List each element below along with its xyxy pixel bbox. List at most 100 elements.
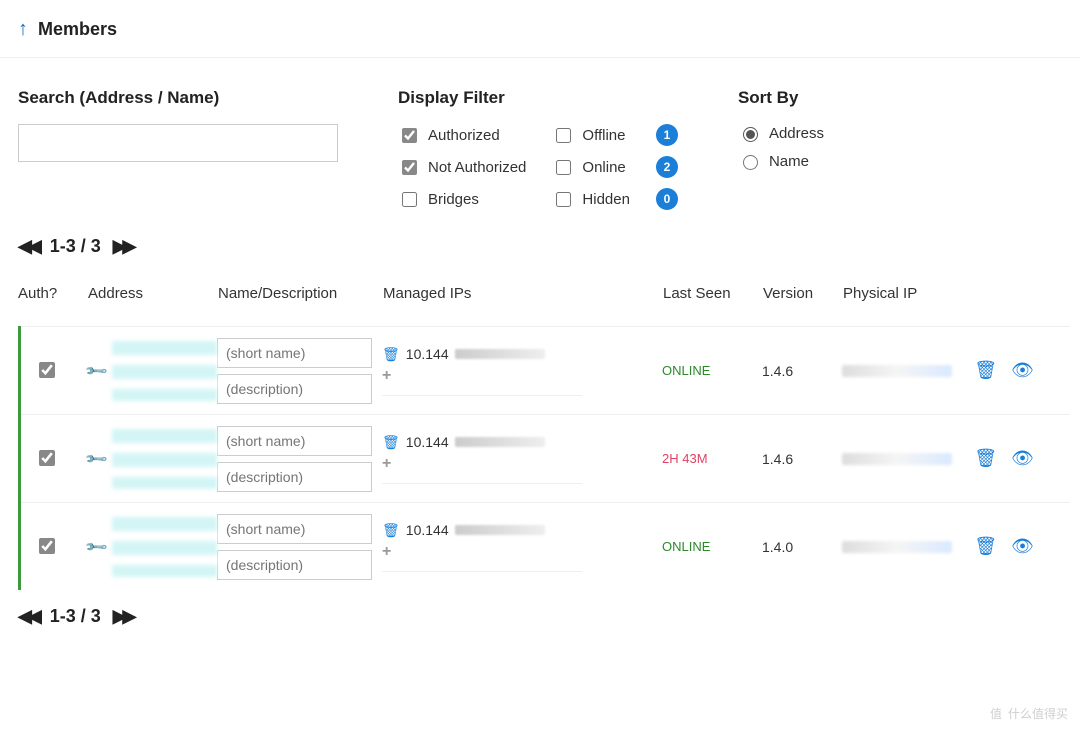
filter-online-checkbox[interactable] <box>556 160 571 175</box>
managed-ip-prefix: 10.144 <box>406 346 449 362</box>
search-input[interactable] <box>18 124 338 162</box>
wrench-icon[interactable]: 🔧 <box>83 358 109 384</box>
filter-notauthorized-label: Not Authorized <box>428 159 526 176</box>
pager-top: ◀◀ 1-3 / 3 ▶▶ <box>0 220 1080 273</box>
hide-member-icon[interactable]: 👁 <box>1011 360 1034 381</box>
physical-ip-redacted <box>842 541 952 553</box>
delete-member-icon[interactable]: 🗑 <box>974 360 997 381</box>
sort-name-radio[interactable] <box>743 155 758 170</box>
ip-redacted <box>455 525 545 535</box>
sort-column: Sort By Address Name <box>738 88 824 210</box>
remove-ip-icon[interactable]: 🗑 <box>382 346 400 363</box>
last-seen: ONLINE <box>662 539 762 554</box>
filter-bridges-label: Bridges <box>428 191 479 208</box>
section-title: Members <box>38 19 117 40</box>
filter-authorized[interactable]: Authorized <box>398 125 526 146</box>
filter-notauthorized[interactable]: Not Authorized <box>398 157 526 178</box>
sort-name-label: Name <box>769 153 809 170</box>
filter-bridges-checkbox[interactable] <box>402 192 417 207</box>
delete-member-icon[interactable]: 🗑 <box>974 448 997 469</box>
filter-hidden-label: Hidden <box>582 191 630 208</box>
add-ip-button[interactable]: + <box>382 455 391 473</box>
col-seen: Last Seen <box>663 285 763 302</box>
filter-hidden-checkbox[interactable] <box>556 192 571 207</box>
managed-ip-prefix: 10.144 <box>406 434 449 450</box>
pager-bottom: ◀◀ 1-3 / 3 ▶▶ <box>0 590 1080 643</box>
ip-redacted <box>455 349 545 359</box>
filter-bridges[interactable]: Bridges <box>398 189 526 210</box>
auth-checkbox[interactable] <box>39 538 55 554</box>
watermark: 值 什么值得买 <box>990 705 1068 722</box>
last-seen: ONLINE <box>662 363 762 378</box>
address-redacted <box>112 517 217 577</box>
collapse-up-icon[interactable]: ↑ <box>18 18 28 41</box>
add-ip-button[interactable]: + <box>382 543 391 561</box>
wrench-icon[interactable]: 🔧 <box>83 446 109 472</box>
ip-divider <box>382 483 582 484</box>
hide-member-icon[interactable]: 👁 <box>1011 448 1034 469</box>
pager-first-icon[interactable]: ◀◀ <box>18 236 38 257</box>
table-row: 🔧 🗑 10.144 + 2H 43M 1.4.6 🗑 👁 <box>21 414 1070 502</box>
offline-count-badge: 1 <box>656 124 678 146</box>
address-redacted <box>112 429 217 489</box>
auth-checkbox[interactable] <box>39 362 55 378</box>
hidden-count-badge: 0 <box>656 188 678 210</box>
search-column: Search (Address / Name) <box>18 88 338 210</box>
ip-redacted <box>455 437 545 447</box>
delete-member-icon[interactable]: 🗑 <box>974 536 997 557</box>
table-row: 🔧 🗑 10.144 + ONLINE 1.4.6 🗑 👁 <box>21 326 1070 414</box>
filter-title: Display Filter <box>398 88 678 108</box>
filter-notauthorized-checkbox[interactable] <box>402 160 417 175</box>
pager-last-icon[interactable]: ▶▶ <box>113 236 133 257</box>
panel-header[interactable]: ↑ Members <box>0 0 1080 58</box>
col-name: Name/Description <box>218 285 383 302</box>
filter-hidden[interactable]: Hidden <box>552 189 630 210</box>
physical-ip-redacted <box>842 365 952 377</box>
col-address: Address <box>88 285 218 302</box>
table-row: 🔧 🗑 10.144 + ONLINE 1.4.0 🗑 👁 <box>21 502 1070 590</box>
col-version: Version <box>763 285 843 302</box>
wrench-icon[interactable]: 🔧 <box>83 534 109 560</box>
pager-first-icon[interactable]: ◀◀ <box>18 606 38 627</box>
short-name-input[interactable] <box>217 514 372 544</box>
filter-online-label: Online <box>582 159 625 176</box>
pager-range: 1-3 / 3 <box>50 236 101 257</box>
address-redacted <box>112 341 217 401</box>
controls-row: Search (Address / Name) Display Filter A… <box>0 58 1080 220</box>
remove-ip-icon[interactable]: 🗑 <box>382 522 400 539</box>
remove-ip-icon[interactable]: 🗑 <box>382 434 400 451</box>
table-header: Auth? Address Name/Description Managed I… <box>0 273 1080 326</box>
sort-address[interactable]: Address <box>738 124 824 142</box>
pager-range: 1-3 / 3 <box>50 606 101 627</box>
filter-column: Display Filter Authorized Offline 1 Not … <box>398 88 678 210</box>
description-input[interactable] <box>217 550 372 580</box>
sort-name[interactable]: Name <box>738 152 824 170</box>
filter-offline[interactable]: Offline <box>552 125 630 146</box>
auth-checkbox[interactable] <box>39 450 55 466</box>
filter-offline-checkbox[interactable] <box>556 128 571 143</box>
members-rows: 🔧 🗑 10.144 + ONLINE 1.4.6 🗑 👁 🔧 <box>18 326 1070 590</box>
description-input[interactable] <box>217 374 372 404</box>
col-ips: Managed IPs <box>383 285 663 302</box>
description-input[interactable] <box>217 462 372 492</box>
managed-ip-prefix: 10.144 <box>406 522 449 538</box>
version-cell: 1.4.6 <box>762 363 842 379</box>
pager-last-icon[interactable]: ▶▶ <box>113 606 133 627</box>
search-label: Search (Address / Name) <box>18 88 338 108</box>
watermark-badge-icon: 值 <box>990 705 1002 722</box>
hide-member-icon[interactable]: 👁 <box>1011 536 1034 557</box>
col-auth: Auth? <box>18 285 88 302</box>
sort-title: Sort By <box>738 88 824 108</box>
online-count-badge: 2 <box>656 156 678 178</box>
filter-authorized-checkbox[interactable] <box>402 128 417 143</box>
ip-divider <box>382 571 582 572</box>
filter-online[interactable]: Online <box>552 157 630 178</box>
short-name-input[interactable] <box>217 338 372 368</box>
add-ip-button[interactable]: + <box>382 367 391 385</box>
col-physical: Physical IP <box>843 285 953 302</box>
short-name-input[interactable] <box>217 426 372 456</box>
sort-address-radio[interactable] <box>743 127 758 142</box>
filter-offline-label: Offline <box>582 127 625 144</box>
watermark-text: 什么值得买 <box>1008 705 1068 722</box>
version-cell: 1.4.6 <box>762 451 842 467</box>
